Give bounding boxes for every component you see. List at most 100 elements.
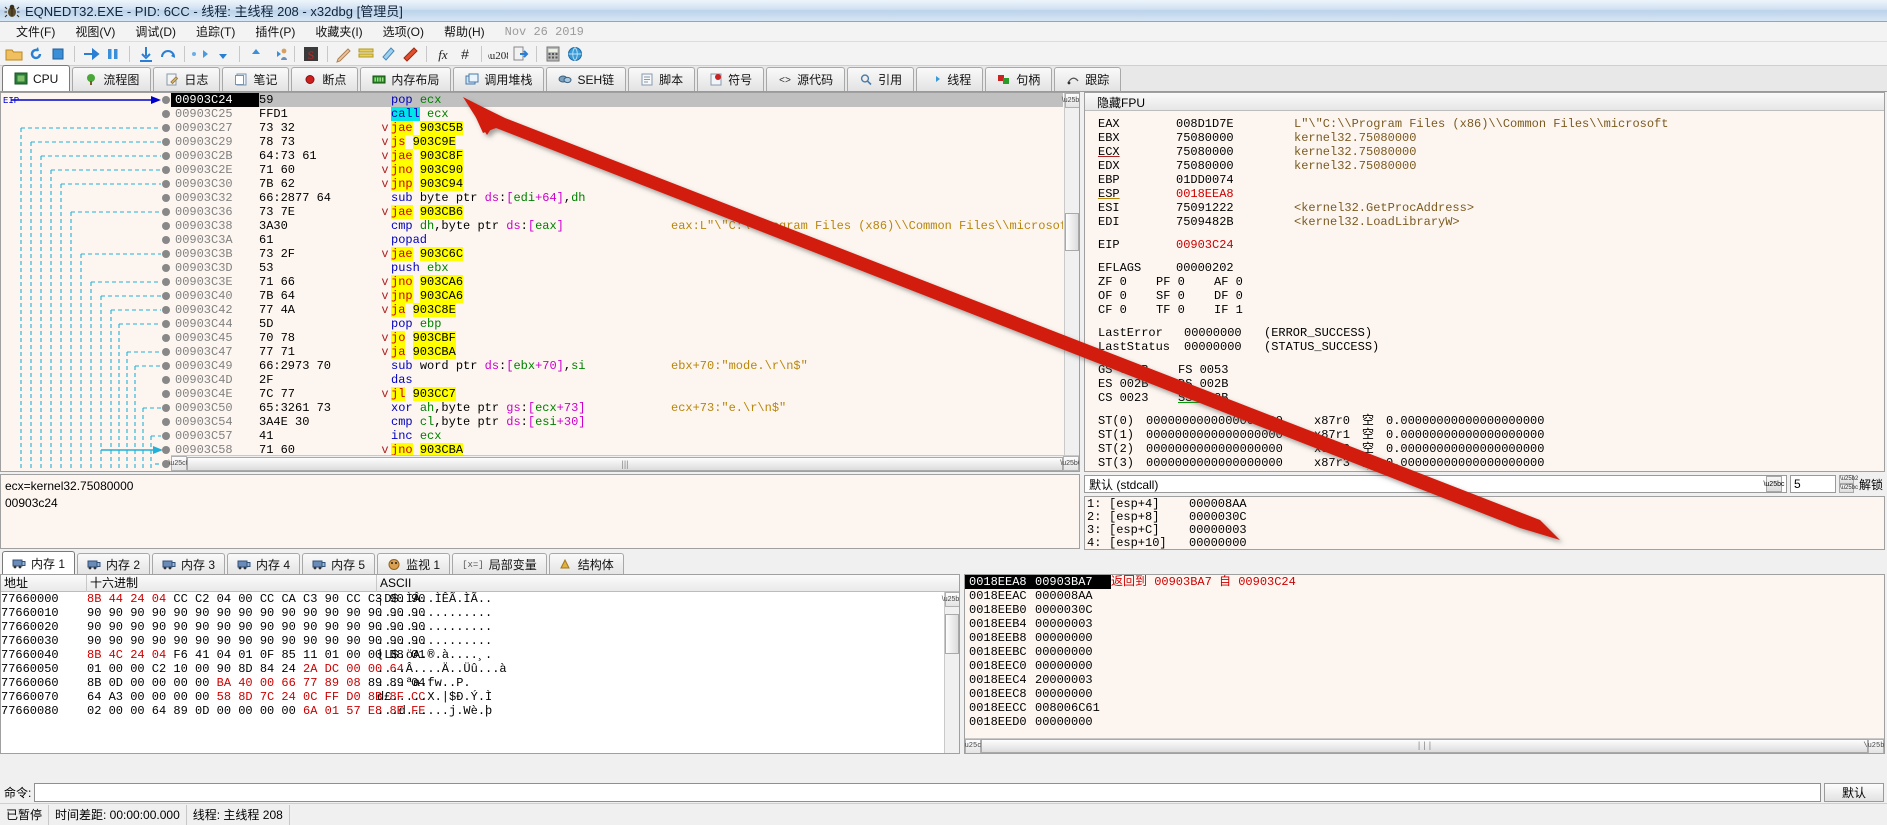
dump-tab-1[interactable]: 内存 2 (77, 553, 151, 575)
stack-value[interactable]: 00000003 (1035, 617, 1111, 631)
tab-memory-map[interactable]: 内存布局 (360, 67, 452, 91)
argument-value[interactable]: 00000003 (1189, 523, 1247, 537)
stack-value[interactable]: 00000000 (1035, 631, 1111, 645)
pause-icon[interactable] (103, 44, 123, 64)
instruction-row[interactable]: 00903C2B 64:73 61 v jae 903C8F (171, 149, 1063, 163)
stack-value[interactable]: 00000000 (1035, 659, 1111, 673)
argument-value[interactable]: 0000030C (1189, 510, 1247, 524)
unlock-button[interactable]: 解锁 (1857, 476, 1885, 493)
segment-row[interactable]: ES 002B DS 002B (1098, 377, 1883, 391)
segment-row[interactable]: GS 002B FS 0053 (1098, 363, 1883, 377)
argument-value[interactable]: 00000000 (1189, 536, 1247, 550)
stack-value[interactable]: 00903BA7 (1035, 575, 1111, 589)
stepper-down[interactable]: \u25bc (1838, 484, 1858, 493)
breakpoints-icon[interactable] (378, 44, 398, 64)
arguments-list[interactable]: 1: [esp+4] 000008AA 2: [esp+8] 0000030C 3: [esp… (1084, 496, 1885, 550)
instruction-row[interactable]: 00903C4E 7C 77 v jl 903CC7 (171, 387, 1063, 401)
stack-value[interactable]: 00000000 (1035, 715, 1111, 729)
dump-header-address[interactable]: 地址 (1, 575, 87, 592)
stack-row[interactable]: 0018EEB4 00000003 (965, 617, 1884, 631)
tab-trace[interactable]: 跟踪 (1054, 67, 1122, 91)
dump-tab-bar[interactable]: 内存 1 内存 2 内存 3 内存 4 内存 5 监视 1 [x=] 局部变量 结构体 (0, 551, 960, 575)
instruction-row[interactable]: 00903C49 66:2973 70 sub word ptr ds:[ebx+7… (171, 359, 1063, 373)
stack-scroll-right[interactable]: \u25b6 (1863, 738, 1884, 753)
run-icon[interactable] (81, 44, 101, 64)
register-list[interactable]: EAX 008D1D7E L"\"C:\\Program Files (x86)\\… (1086, 113, 1883, 470)
stack-row[interactable]: 0018EEAC 000008AA (965, 589, 1884, 603)
argument-value[interactable]: 000008AA (1189, 497, 1247, 511)
scroll-left-button[interactable]: \u25c0 (168, 456, 190, 471)
register-value[interactable]: 75080000 (1176, 145, 1294, 159)
flag-row[interactable]: ZF 0 PF 0 AF 0 (1098, 275, 1883, 289)
menu-debug[interactable]: 调试(D) (125, 21, 186, 42)
dump-ascii[interactable]: ................ (377, 620, 492, 634)
hide-fpu-button[interactable]: 隐藏FPU (1085, 93, 1884, 111)
dump-ascii[interactable]: ⌊L$.öA.®.à....¸. (377, 648, 492, 662)
menu-file[interactable]: 文件(F) (6, 21, 65, 42)
tab-breakpoints[interactable]: 断点 (291, 67, 359, 91)
dump-header-ascii[interactable]: ASCII (377, 575, 577, 592)
flag-row[interactable]: CF 0 TF 0 IF 1 (1098, 303, 1883, 317)
segment-item[interactable]: CS 0023 (1098, 391, 1178, 405)
fpu-row[interactable]: ST(1) 0000000000000000000 x87r1 空 0.00000000… (1098, 428, 1883, 442)
argument-row[interactable]: 4: [esp+10] 00000000 (1087, 537, 1884, 550)
register-value[interactable]: 008D1D7E (1176, 117, 1294, 131)
segment-item[interactable]: GS 002B (1098, 363, 1178, 377)
stack-row[interactable]: 0018EEBC 00000000 (965, 645, 1884, 659)
tab-notes[interactable]: 笔记 (222, 67, 290, 91)
stack-row[interactable]: 0018EED0 00000000 (965, 715, 1884, 729)
segment-item[interactable]: DS 002B (1178, 377, 1258, 391)
segment-item[interactable]: FS 0053 (1178, 363, 1258, 377)
segment-item[interactable]: ES 002B (1098, 377, 1178, 391)
tab-cpu[interactable]: CPU (2, 65, 71, 91)
open-folder-icon[interactable] (4, 44, 24, 64)
command-input[interactable] (34, 782, 1821, 802)
command-default-button[interactable]: 默认 (1824, 782, 1884, 802)
arg-count-input[interactable]: 5 (1789, 475, 1836, 493)
flag-item[interactable]: IF 1 (1214, 303, 1272, 317)
flag-item[interactable]: AF 0 (1214, 275, 1272, 289)
instruction-row[interactable]: 00903C24 59 pop ecx (171, 93, 1063, 107)
trace-over-icon[interactable] (213, 44, 233, 64)
vscroll-thumb[interactable] (1065, 213, 1079, 251)
scroll-up-button[interactable]: \u25b2 (1062, 93, 1079, 108)
instruction-row[interactable]: 00903C47 77 71 v ja 903CBA (171, 345, 1063, 359)
dump-scroll-up[interactable]: \u25b2 (942, 592, 959, 607)
dump-ascii[interactable]: d£.....X.|$Ð.Ý.Ì (377, 690, 492, 704)
stack-value[interactable]: 000008AA (1035, 589, 1111, 603)
fpu-row[interactable]: ST(2) 0000000000000000000 x87r2 空 0.00000000… (1098, 442, 1883, 456)
tab-source[interactable]: <> 源代码 (766, 67, 846, 91)
menu-help[interactable]: 帮助(H) (434, 21, 495, 42)
stop-icon[interactable] (48, 44, 68, 64)
stack-row[interactable]: 0018EEB8 00000000 (965, 631, 1884, 645)
instruction-row[interactable]: 00903C36 73 7E v jae 903CB6 (171, 205, 1063, 219)
register-row[interactable]: EBX 75080000 kernel32.75080000 (1098, 131, 1883, 145)
menu-favourites[interactable]: 收藏夹(I) (305, 21, 372, 42)
dump-vscrollbar[interactable]: \u25b2 (942, 592, 959, 753)
dump-header-hex[interactable]: 十六进制 (87, 575, 377, 592)
dump-row-list[interactable]: 77660000 8B 44 24 04 CC C2 04 00 CC CA C3… (1, 592, 959, 718)
stack-value[interactable]: 20000003 (1035, 673, 1111, 687)
stack-row-list[interactable]: 0018EEA8 00903BA7 返回到 00903BA7 自 00903C24 0… (965, 575, 1884, 729)
dump-hex[interactable]: 8B 44 24 04 CC C2 04 00 CC CA C3 90 CC C… (87, 592, 425, 606)
dump-tab-0[interactable]: 内存 1 (2, 551, 76, 575)
flag-item[interactable]: PF 0 (1156, 275, 1214, 289)
dump-hex[interactable]: 02 00 00 64 89 0D 00 00 00 00 6A 01 57 E… (87, 704, 425, 718)
menu-view[interactable]: 视图(V) (65, 21, 125, 42)
stack-hscrollbar[interactable]: \u25c0 ||| \u25b6 (965, 738, 1884, 753)
dump-ascii[interactable]: ....ªa.fw..P. (377, 676, 471, 690)
disassembly-vscrollbar[interactable]: \u25b2 (1062, 93, 1079, 455)
stack-value[interactable]: 00000000 (1035, 645, 1111, 659)
instruction-row[interactable]: 00903C38 3A30 cmp dh,byte ptr ds:[eax] eax:… (171, 219, 1063, 233)
instruction-row[interactable]: 00903C45 70 78 v jo 903CBF (171, 331, 1063, 345)
instruction-row[interactable]: 00903C25 FFD1 call ecx (171, 107, 1063, 121)
trace-into-icon[interactable] (191, 44, 211, 64)
dump-tab-4[interactable]: 内存 5 (302, 553, 376, 575)
notes-icon[interactable] (356, 44, 376, 64)
dump-ascii[interactable]: ................ (377, 634, 492, 648)
dump-hex[interactable]: 8B 4C 24 04 F6 41 04 01 0F 85 11 01 00 0… (87, 648, 425, 662)
stack-row[interactable]: 0018EECC 008006C61 (965, 701, 1884, 715)
dump-row[interactable]: 77660040 8B 4C 24 04 F6 41 04 01 0F 85 11… (1, 648, 959, 662)
tab-callstack[interactable]: 调用堆栈 (453, 67, 545, 91)
instruction-row[interactable]: 00903C44 5D pop ebp (171, 317, 1063, 331)
